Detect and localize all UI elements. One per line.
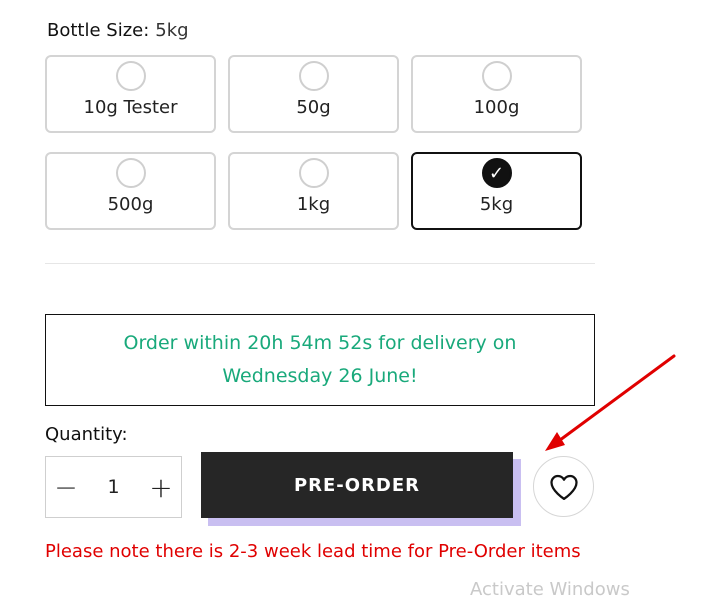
preorder-lead-time-notice: Please note there is 2-3 week lead time … [45,541,581,562]
size-option-label: 50g [296,97,331,118]
radio-unchecked-icon [298,158,329,188]
variant-label: Bottle Size: 5kg [47,20,189,41]
size-option-label: 10g Tester [83,97,178,118]
size-option-label: 1kg [296,194,331,215]
size-option-100g[interactable]: 100g [411,55,582,133]
quantity-label: Quantity: [45,424,128,445]
variant-label-title: Bottle Size: [47,20,150,41]
quantity-increase-button[interactable]: + [141,457,181,517]
size-option-label: 100g [473,97,520,118]
quantity-input[interactable]: 1 [86,476,141,498]
radio-unchecked-icon [481,61,512,91]
variant-selected-value: 5kg [155,20,189,41]
radio-unchecked-icon [115,158,146,188]
divider [45,263,595,264]
delivery-countdown-box: Order within 20h 54m 52s for delivery on… [45,314,595,406]
wishlist-button[interactable] [533,456,594,517]
radio-unchecked-icon [298,61,329,91]
quantity-stepper: − 1 + [45,456,182,518]
radio-unchecked-icon [115,61,146,91]
size-option-label: 500g [107,194,154,215]
quantity-decrease-button[interactable]: − [46,457,86,517]
preorder-button[interactable]: PRE-ORDER [201,452,513,518]
size-option-5kg[interactable]: ✓ 5kg [411,152,582,230]
checkmark-icon: ✓ [481,158,512,188]
size-option-50g[interactable]: 50g [228,55,399,133]
size-option-1kg[interactable]: 1kg [228,152,399,230]
size-option-10g-tester[interactable]: 10g Tester [45,55,216,133]
size-option-label: 5kg [479,194,514,215]
delivery-countdown-text: Order within 20h 54m 52s for delivery on… [123,332,517,387]
heart-icon [549,474,578,500]
size-option-500g[interactable]: 500g [45,152,216,230]
activation-watermark-text: Activate Windows [470,579,630,600]
